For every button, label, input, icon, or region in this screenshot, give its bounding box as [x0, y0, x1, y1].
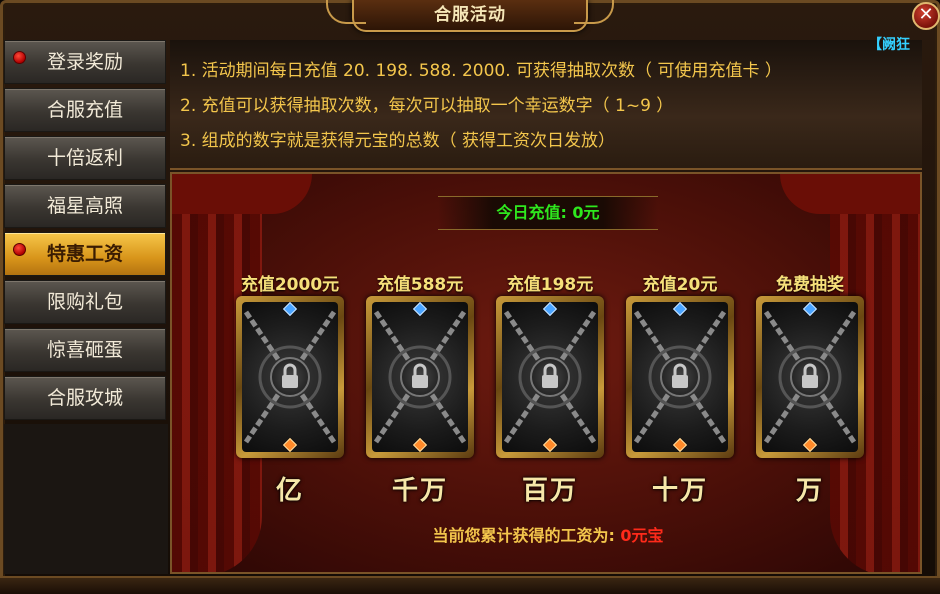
- rule-line-2: 2. 充值可以获得抽取次数，每次可以抽取一个幸运数字（ 1~9 ）: [180, 96, 674, 116]
- sidebar-item-label: 合服充值: [46, 99, 123, 121]
- sidebar-item-6[interactable]: 限购礼包: [4, 280, 166, 324]
- total-wage-value: 0元宝: [620, 526, 664, 545]
- sidebar-item-3[interactable]: 十倍返利: [4, 136, 166, 180]
- prize-card[interactable]: 免费抽奖万: [756, 270, 864, 507]
- card-frame: [236, 296, 344, 458]
- sidebar-item-label: 特惠工资: [46, 243, 123, 265]
- padlock-icon: [660, 357, 700, 397]
- total-wage-line: 当前您累计获得的工资为: 0元宝: [172, 522, 920, 546]
- sidebar-item-8[interactable]: 合服攻城: [4, 376, 166, 420]
- prize-card[interactable]: 充值198元百万: [496, 270, 604, 507]
- prize-card[interactable]: 充值2000元亿: [236, 270, 344, 507]
- digit-place-label: 十万: [651, 476, 708, 506]
- card-frame: [366, 296, 474, 458]
- today-recharge-label: 今日充值:: [496, 203, 567, 222]
- sidebar-item-4[interactable]: 福星高照: [4, 184, 166, 228]
- activity-sidebar: 登录奖励合服充值十倍返利福星高照特惠工资限购礼包惊喜砸蛋合服攻城: [4, 40, 168, 422]
- sidebar-item-label: 惊喜砸蛋: [46, 339, 123, 361]
- today-recharge-banner: 今日充值: 0元: [438, 196, 658, 230]
- rules-panel: 【阙狂 1. 活动期间每日充值 20. 198. 588. 2000. 可获得抽…: [170, 37, 922, 170]
- card-label: 充值588元: [376, 275, 464, 295]
- notification-dot-icon: [13, 51, 26, 64]
- valance-right: [780, 174, 920, 214]
- sidebar-item-label: 合服攻城: [46, 387, 123, 409]
- sidebar-item-5[interactable]: 特惠工资: [4, 232, 166, 276]
- sidebar-item-label: 限购礼包: [46, 291, 123, 313]
- padlock-icon: [530, 357, 570, 397]
- notification-dot-icon: [13, 243, 26, 256]
- close-icon: ✕: [918, 4, 934, 25]
- sidebar-item-label: 十倍返利: [46, 147, 123, 169]
- padlock-icon: [790, 357, 830, 397]
- digit-place-label: 千万: [391, 476, 448, 506]
- prize-card[interactable]: 充值588元千万: [366, 270, 474, 507]
- corner-tag[interactable]: 【阙狂: [868, 34, 910, 54]
- today-recharge-value: 0元: [572, 203, 600, 222]
- locked-card-face: [372, 302, 468, 452]
- digit-place-label: 百万: [521, 476, 578, 506]
- sidebar-item-1[interactable]: 登录奖励: [4, 40, 166, 84]
- close-button[interactable]: ✕: [912, 2, 940, 30]
- sidebar-item-label: 登录奖励: [46, 51, 123, 73]
- sidebar-item-label: 福星高照: [46, 195, 123, 217]
- locked-card-face: [502, 302, 598, 452]
- window-title: 合服活动: [434, 5, 506, 25]
- bottom-border: [0, 576, 940, 594]
- card-frame: [756, 296, 864, 458]
- card-label: 充值198元: [506, 275, 594, 295]
- sidebar-empty-area: [4, 424, 168, 574]
- digit-place-label: 万: [795, 476, 824, 506]
- locked-card-face: [762, 302, 858, 452]
- card-label: 充值20元: [642, 275, 718, 295]
- card-frame: [496, 296, 604, 458]
- locked-card-face: [242, 302, 338, 452]
- window-title-plaque: 合服活动: [326, 0, 614, 32]
- digit-place-label: 亿: [275, 476, 304, 506]
- total-wage-label: 当前您累计获得的工资为:: [432, 526, 615, 545]
- sidebar-item-7[interactable]: 惊喜砸蛋: [4, 328, 166, 372]
- sidebar-item-2[interactable]: 合服充值: [4, 88, 166, 132]
- prize-card[interactable]: 充值20元十万: [626, 270, 734, 507]
- valance-left: [172, 174, 312, 214]
- padlock-icon: [270, 357, 310, 397]
- lottery-stage: 今日充值: 0元 充值2000元亿充值588元 千万 充值198元 百万 充值20元 十万…: [170, 172, 922, 574]
- card-label: 免费抽奖: [776, 275, 844, 295]
- rule-line-3: 3. 组成的数字就是获得元宝的总数（ 获得工资次日发放）: [180, 131, 616, 151]
- card-frame: [626, 296, 734, 458]
- padlock-icon: [400, 357, 440, 397]
- locked-card-face: [632, 302, 728, 452]
- card-label: 充值2000元: [240, 275, 340, 295]
- rule-line-1: 1. 活动期间每日充值 20. 198. 588. 2000. 可获得抽取次数（…: [180, 61, 782, 81]
